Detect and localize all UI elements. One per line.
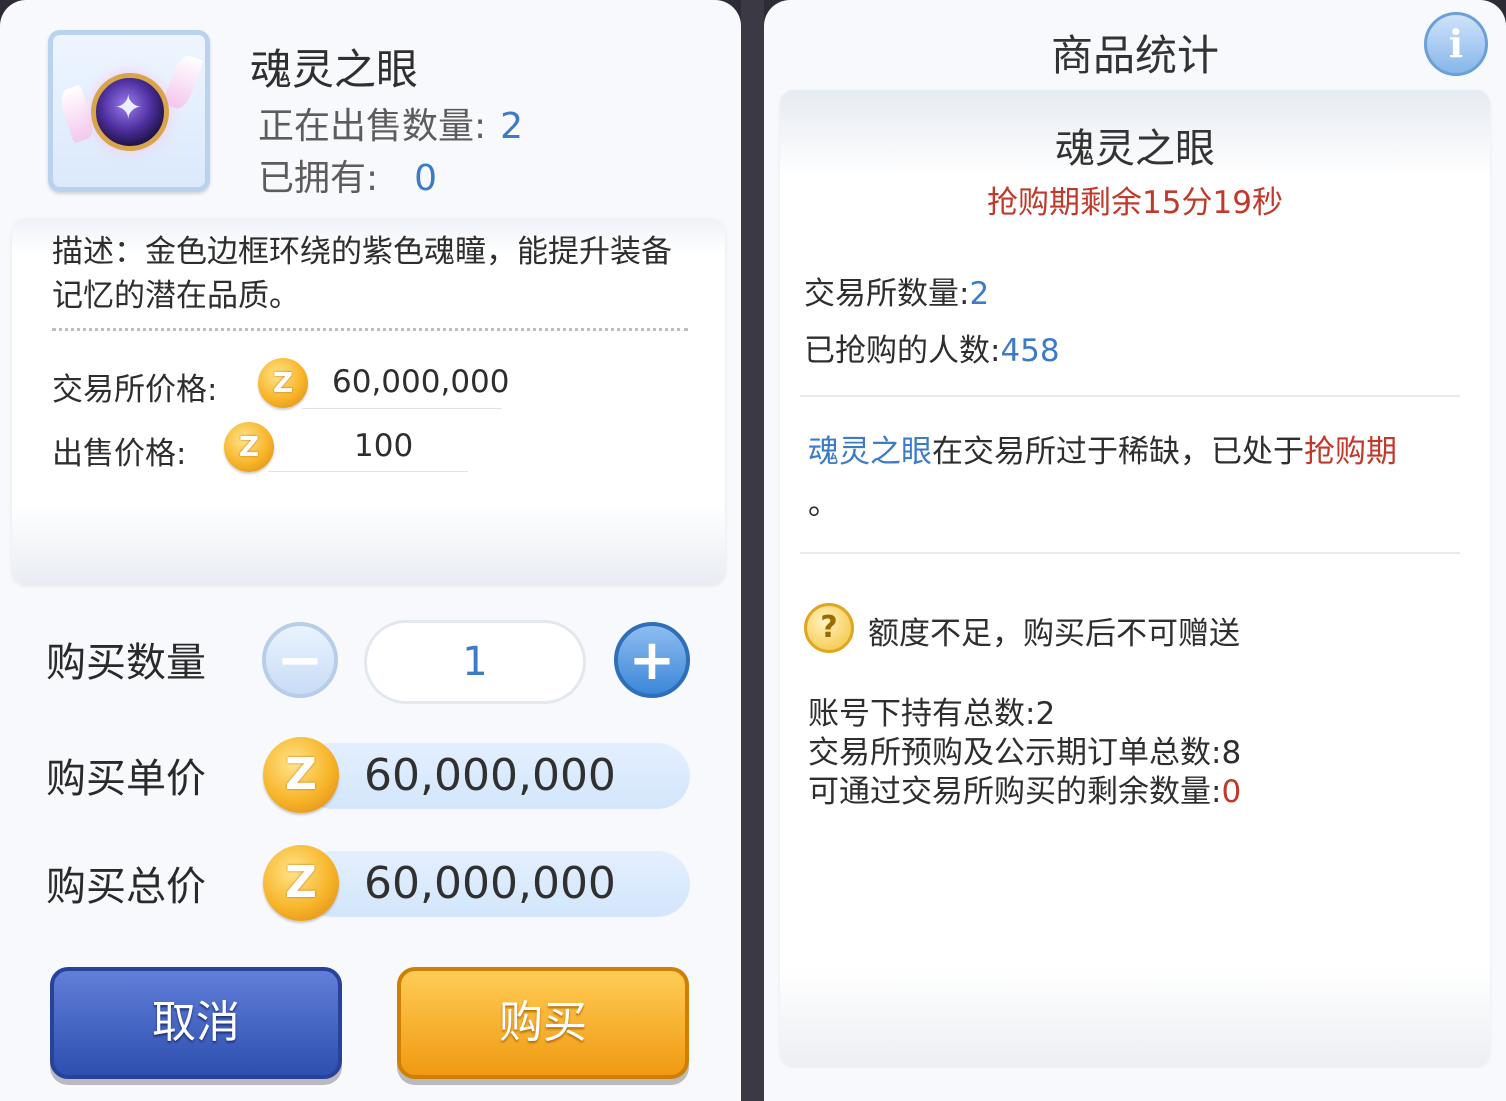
- sell-price-value: 100: [354, 428, 414, 464]
- decrease-quantity-button[interactable]: −: [262, 622, 338, 698]
- stats-card: [780, 90, 1490, 1066]
- on-sale-value: 2: [500, 106, 524, 147]
- exchange-quantity-value: 2: [969, 276, 990, 312]
- background-gap: [741, 0, 764, 1101]
- question-icon[interactable]: ?: [804, 603, 854, 653]
- notice-end: 。: [808, 486, 839, 522]
- total-price-label: 购买总价: [46, 864, 206, 910]
- zeny-coin-icon: [263, 845, 339, 921]
- item-description: 描述：金色边框环绕的紫色魂瞳，能提升装备记忆的潜在品质。: [52, 234, 672, 314]
- on-sale-label: 正在出售数量:: [258, 106, 487, 147]
- notice-rush-period: 抢购期: [1304, 434, 1397, 470]
- account-total-label: 账号下持有总数:: [808, 696, 1036, 732]
- item-name: 魂灵之眼: [250, 45, 419, 94]
- exchange-price-row: 交易所价格:: [52, 364, 217, 409]
- rush-period-timer: 抢购期剩余15分19秒: [987, 185, 1283, 221]
- stats-title: 商品统计: [1050, 31, 1219, 80]
- quota-warning: 额度不足，购买后不可赠送: [868, 616, 1240, 652]
- grabbed-label: 已抢购的人数:: [804, 333, 1001, 369]
- notice-text: 在交易所过于稀缺，已处于: [932, 434, 1304, 470]
- item-stats-panel: 商品统计 i 魂灵之眼 抢购期剩余15分19秒 交易所数量:2 已抢购的人数:4…: [764, 0, 1506, 1101]
- cancel-button[interactable]: 取消: [50, 967, 342, 1079]
- sell-price-label: 出售价格:: [52, 436, 187, 472]
- order-total-label: 交易所预购及公示期订单总数:: [808, 735, 1222, 771]
- unit-price-label: 购买单价: [46, 756, 206, 802]
- soul-eye-gem-icon: [91, 73, 169, 151]
- grabbed-count: 已抢购的人数:458: [804, 325, 1060, 370]
- quantity-label: 购买数量: [46, 640, 206, 686]
- remaining-count: 可通过交易所购买的剩余数量:0: [808, 772, 1241, 812]
- scarcity-notice: 魂灵之眼在交易所过于稀缺，已处于抢购期。: [808, 426, 1468, 530]
- exchange-price-label: 交易所价格:: [52, 372, 218, 408]
- quantity-field[interactable]: 1: [364, 620, 586, 704]
- unit-price-value: 60,000,000: [364, 750, 616, 801]
- total-price-value: 60,000,000: [364, 858, 616, 909]
- owned-value: 0: [414, 158, 438, 199]
- description-card: 描述：金色边框环绕的紫色魂瞳，能提升装备记忆的潜在品质。 交易所价格: 60,0…: [12, 218, 725, 584]
- notice-item-name: 魂灵之眼: [808, 434, 932, 470]
- item-icon-frame: [48, 30, 210, 192]
- account-total-value: 2: [1035, 696, 1056, 732]
- grabbed-value: 458: [1000, 333, 1060, 369]
- order-total: 交易所预购及公示期订单总数:8: [808, 733, 1241, 773]
- zeny-coin-icon: [258, 358, 308, 408]
- zeny-coin-icon: [263, 737, 339, 813]
- exchange-price-value: 60,000,000: [332, 364, 510, 400]
- divider: [800, 395, 1460, 397]
- account-total: 账号下持有总数:2: [808, 694, 1055, 734]
- remaining-value: 0: [1221, 774, 1242, 810]
- info-icon[interactable]: i: [1424, 12, 1488, 76]
- order-total-value: 8: [1221, 735, 1242, 771]
- owned-count: 已拥有: 0: [258, 149, 437, 201]
- on-sale-count: 正在出售数量: 2: [258, 97, 523, 149]
- remaining-label: 可通过交易所购买的剩余数量:: [808, 774, 1222, 810]
- stats-item-name: 魂灵之眼: [1055, 126, 1215, 172]
- sell-price-row: 出售价格:: [52, 428, 186, 473]
- exchange-quantity: 交易所数量:2: [804, 268, 989, 313]
- divider: [800, 552, 1460, 554]
- owned-label: 已拥有:: [258, 158, 379, 199]
- exchange-quantity-label: 交易所数量:: [804, 276, 970, 312]
- purchase-panel: 魂灵之眼 正在出售数量: 2 已拥有: 0 描述：金色边框环绕的紫色魂瞳，能提升装备…: [0, 0, 741, 1101]
- dotted-divider: [52, 328, 688, 331]
- zeny-coin-icon: [224, 422, 274, 472]
- increase-quantity-button[interactable]: +: [614, 622, 690, 698]
- buy-button[interactable]: 购买: [397, 967, 689, 1079]
